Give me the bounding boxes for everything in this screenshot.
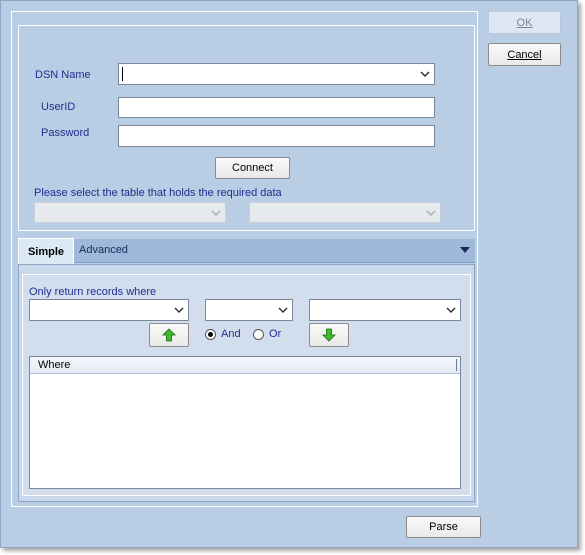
- chevron-down-icon: [446, 307, 456, 314]
- chevron-down-icon[interactable]: [420, 69, 430, 79]
- and-radio-option[interactable]: And: [205, 328, 241, 340]
- tab-advanced[interactable]: Advanced: [79, 244, 128, 256]
- chevron-down-icon: [174, 307, 184, 314]
- and-radio[interactable]: [205, 328, 216, 340]
- move-up-button[interactable]: [149, 323, 189, 347]
- or-radio-option[interactable]: Or: [253, 328, 281, 340]
- where-grid-header: Where: [30, 357, 460, 374]
- connect-button[interactable]: Connect: [215, 157, 290, 179]
- column-divider: [456, 359, 457, 371]
- chevron-down-icon: [278, 307, 288, 314]
- green-down-arrow-icon: [322, 328, 336, 342]
- filter-prompt: Only return records where: [29, 286, 157, 298]
- cancel-button[interactable]: Cancel: [488, 43, 561, 66]
- dsn-name-label: DSN Name: [35, 69, 91, 81]
- dialog-window: DSN Name UserID Password Connect Please …: [0, 0, 578, 548]
- password-label: Password: [41, 127, 90, 139]
- where-grid[interactable]: Where: [29, 356, 461, 489]
- table-owner-combo[interactable]: [34, 202, 226, 223]
- tab-simple[interactable]: Simple: [18, 238, 74, 265]
- ok-button[interactable]: OK: [488, 11, 561, 34]
- move-down-button[interactable]: [309, 323, 349, 347]
- chevron-down-icon: [211, 209, 221, 216]
- and-label: And: [221, 328, 241, 340]
- cancel-button-label: Cancel: [507, 48, 542, 61]
- or-radio[interactable]: [253, 328, 264, 340]
- table-name-combo[interactable]: [249, 202, 441, 223]
- or-label: Or: [269, 328, 282, 340]
- green-up-arrow-icon: [162, 328, 176, 342]
- text-cursor: [122, 67, 123, 81]
- ok-button-label: OK: [516, 16, 533, 29]
- tab-menu-arrow-icon[interactable]: [460, 247, 470, 254]
- filter-operator-combo[interactable]: [205, 299, 293, 321]
- userid-field[interactable]: [118, 97, 435, 118]
- table-select-prompt: Please select the table that holds the r…: [34, 187, 282, 199]
- password-field[interactable]: [118, 125, 435, 147]
- filter-value-combo[interactable]: [309, 299, 461, 321]
- chevron-down-icon: [426, 209, 436, 216]
- where-column-header[interactable]: Where: [38, 359, 70, 371]
- dsn-name-combo[interactable]: [118, 63, 435, 85]
- filter-field-combo[interactable]: [29, 299, 189, 321]
- userid-label: UserID: [41, 101, 76, 113]
- parse-button[interactable]: Parse: [406, 516, 481, 538]
